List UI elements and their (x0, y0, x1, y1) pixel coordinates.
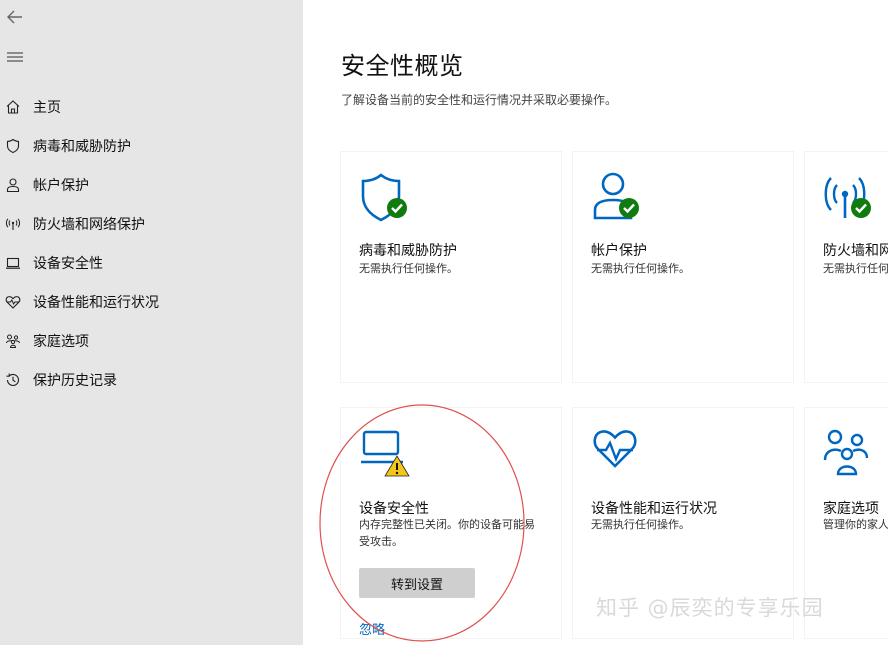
watermark: 知乎 @辰奕的专享乐园 (596, 596, 824, 620)
sidebar-item-label: 保护历史记录 (33, 372, 117, 389)
sidebar-item-account-protection[interactable]: 帐户保护 (0, 165, 303, 204)
card-title: 家庭选项 (823, 501, 879, 517)
shield-icon (5, 138, 21, 154)
main-content: 安全性概览 了解设备当前的安全性和运行情况并采取必要操作。 病毒和威胁防护 无需… (303, 0, 888, 645)
hamburger-menu-button[interactable] (4, 46, 26, 68)
card-title: 帐户保护 (591, 243, 647, 259)
card-title: 设备性能和运行状况 (591, 501, 717, 517)
sidebar-item-firewall[interactable]: 防火墙和网络保护 (0, 204, 303, 243)
page-subtitle: 了解设备当前的安全性和运行情况并采取必要操作。 (341, 93, 618, 107)
hamburger-icon (7, 52, 23, 62)
dismiss-link[interactable]: 忽略 (359, 619, 385, 638)
family-icon (5, 333, 21, 349)
card-description: 无需执行任何操作。 (591, 262, 690, 275)
heart-pulse-icon (591, 428, 651, 480)
card-title: 设备安全性 (359, 501, 429, 517)
family-icon (823, 428, 883, 480)
heart-pulse-icon (5, 294, 21, 310)
card-account-protection[interactable]: 帐户保护 无需执行任何操作。 (573, 152, 793, 382)
card-title: 病毒和威胁防护 (359, 243, 457, 259)
card-description: 无需执行任何操作。 (359, 262, 458, 275)
go-to-settings-button[interactable]: 转到设置 (359, 568, 475, 598)
card-description: 管理你的家人使用设备的方式。 (823, 518, 888, 531)
sidebar-item-label: 家庭选项 (33, 333, 89, 350)
arrow-left-icon (7, 10, 22, 24)
card-description: 无需执行任何操作。 (591, 518, 690, 531)
card-title: 防火墙和网络保护 (823, 243, 888, 259)
person-check-icon (591, 172, 651, 224)
card-firewall[interactable]: 防火墙和网络保护 无需执行任何操作。 (805, 152, 888, 382)
sidebar-item-label: 设备安全性 (33, 255, 103, 272)
sidebar-item-family-options[interactable]: 家庭选项 (0, 321, 303, 360)
sidebar-item-virus-protection[interactable]: 病毒和威胁防护 (0, 126, 303, 165)
card-device-security[interactable]: 设备安全性 内存完整性已关闭。你的设备可能易受攻击。 转到设置 忽略 (341, 408, 561, 638)
sidebar: 主页 病毒和威胁防护 帐户保护 防火墙和网络保护 设备安全性 设备性能和运行状况… (0, 0, 303, 645)
person-icon (5, 177, 21, 193)
home-icon (5, 99, 21, 115)
wifi-antenna-check-icon (823, 172, 883, 224)
sidebar-nav: 主页 病毒和威胁防护 帐户保护 防火墙和网络保护 设备安全性 设备性能和运行状况… (0, 87, 303, 399)
history-icon (5, 372, 21, 388)
card-description: 内存完整性已关闭。你的设备可能易受攻击。 (359, 518, 535, 548)
sidebar-item-device-security[interactable]: 设备安全性 (0, 243, 303, 282)
wifi-antenna-icon (5, 216, 21, 232)
laptop-icon (5, 255, 21, 271)
sidebar-item-label: 防火墙和网络保护 (33, 216, 145, 233)
sidebar-item-protection-history[interactable]: 保护历史记录 (0, 360, 303, 399)
sidebar-item-device-performance[interactable]: 设备性能和运行状况 (0, 282, 303, 321)
sidebar-item-label: 帐户保护 (33, 177, 89, 194)
back-button[interactable] (4, 6, 26, 28)
laptop-warning-icon (359, 428, 419, 480)
sidebar-item-label: 主页 (33, 99, 61, 116)
shield-check-icon (359, 172, 419, 224)
sidebar-item-home[interactable]: 主页 (0, 87, 303, 126)
sidebar-item-label: 设备性能和运行状况 (33, 294, 159, 311)
card-virus-protection[interactable]: 病毒和威胁防护 无需执行任何操作。 (341, 152, 561, 382)
page-title: 安全性概览 (341, 52, 464, 80)
card-description: 无需执行任何操作。 (823, 262, 888, 275)
sidebar-item-label: 病毒和威胁防护 (33, 138, 131, 155)
